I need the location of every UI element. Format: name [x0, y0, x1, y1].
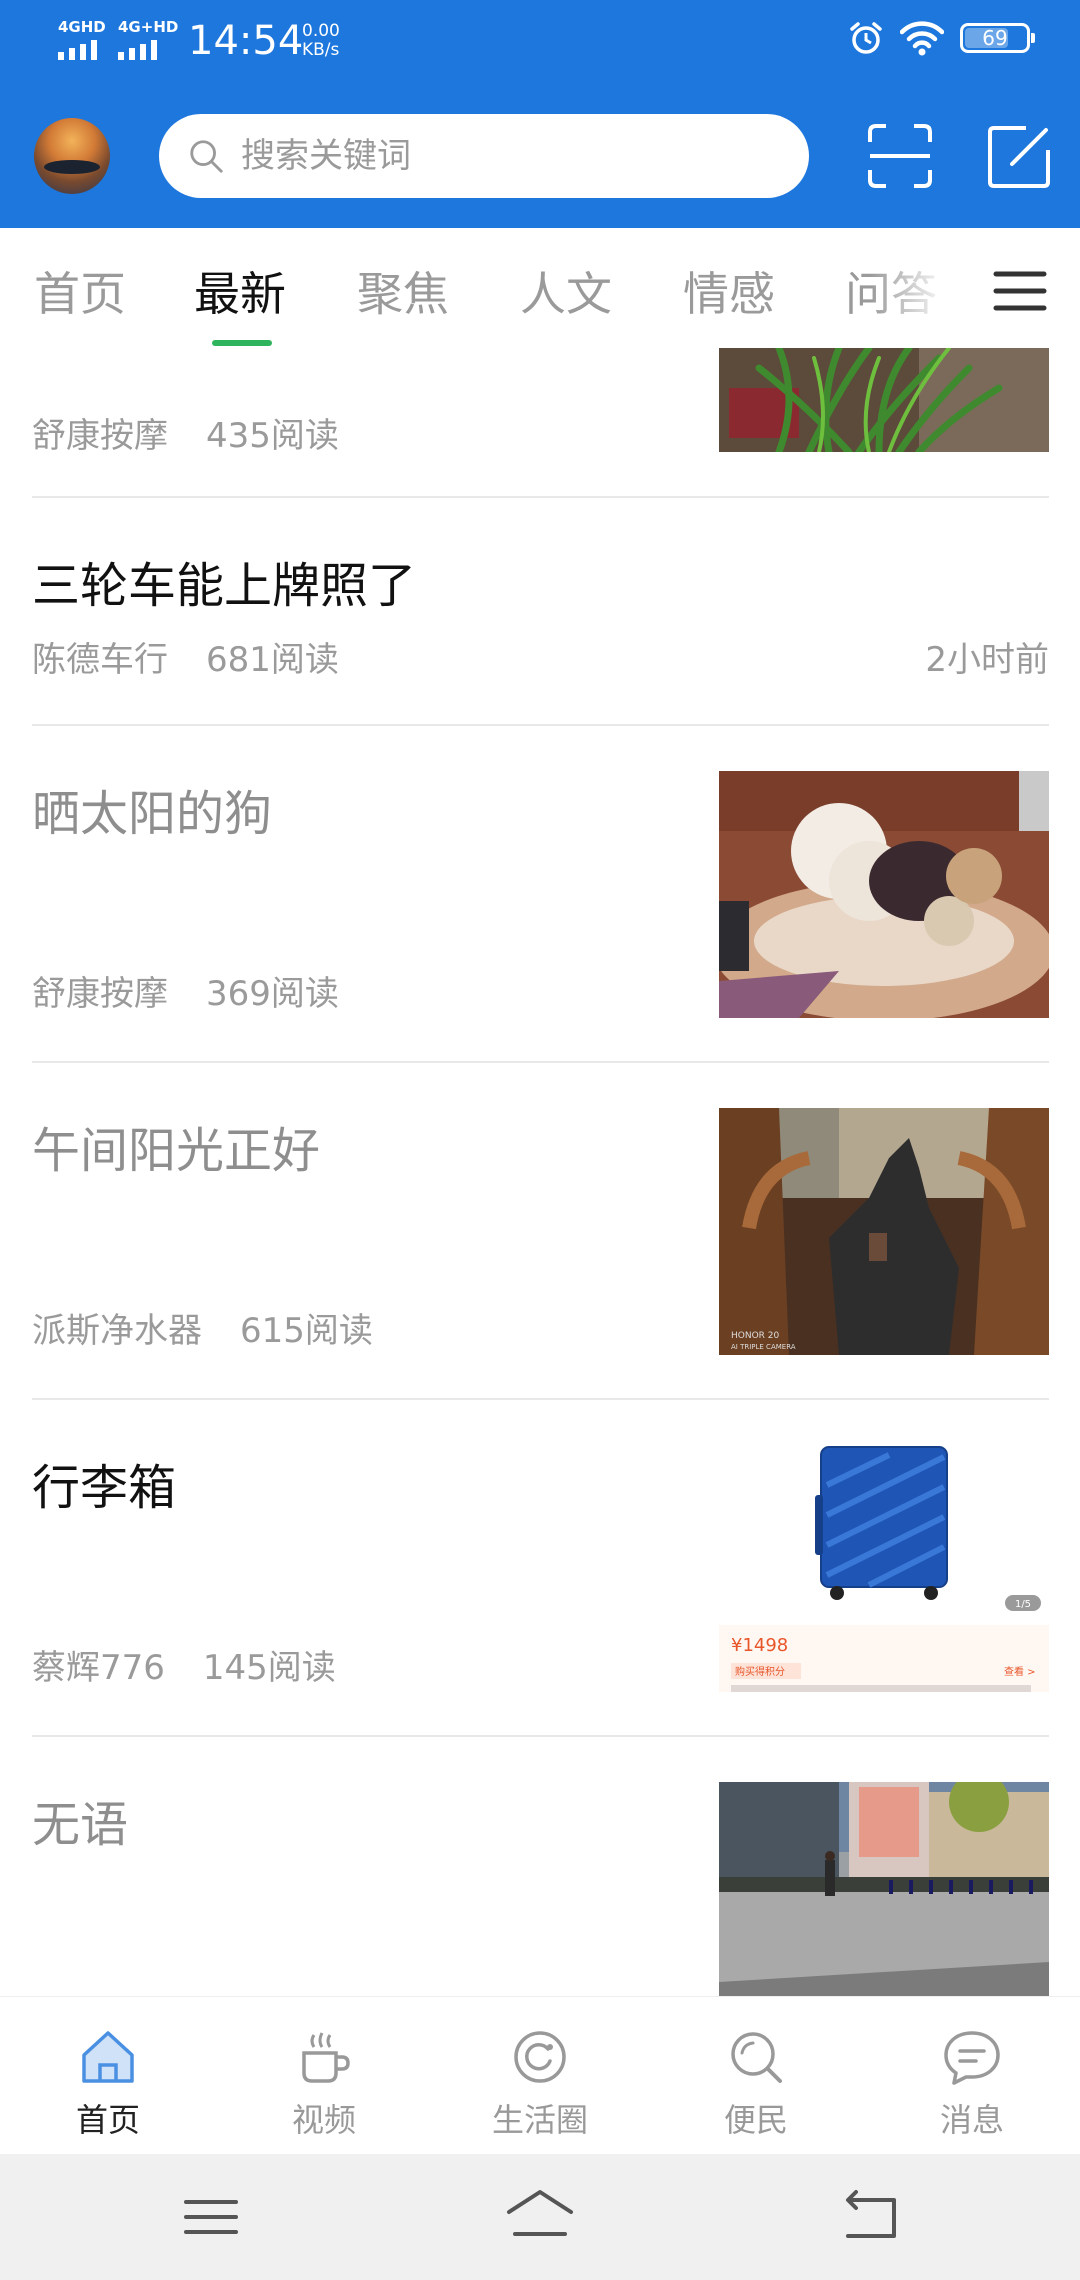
clock: 14:54: [188, 18, 304, 64]
edit-icon[interactable]: [986, 122, 1054, 190]
alarm-icon: [850, 22, 882, 54]
news-feed[interactable]: 舒康按摩 435阅读 三轮车能上牌照了 陈德车行 681阅读 2小时前 晒太阳的…: [0, 348, 1080, 1996]
item-reads: 681阅读: [206, 640, 339, 680]
item-thumbnail: [719, 1782, 1049, 1996]
system-nav-bar: [0, 2154, 1080, 2280]
item-title: 三轮车能上牌照了: [32, 558, 417, 614]
list-item[interactable]: 无语: [32, 1737, 1049, 1996]
bottom-tab-label: 消息: [939, 2101, 1004, 2139]
bottom-tab-life-circle[interactable]: 生活圈: [432, 1997, 648, 2155]
search-icon: [731, 2032, 782, 2083]
battery-icon: 69: [960, 23, 1035, 53]
bottom-tab-bar: 首页 视频 生活圈 便民 消息: [0, 1996, 1080, 2154]
item-thumbnail: [719, 348, 1049, 452]
search-icon: [190, 140, 223, 173]
item-thumbnail: 1/5 ¥1498 购买得积分 查看 >: [719, 1445, 1049, 1692]
bottom-tab-convenience[interactable]: 便民: [648, 1997, 864, 2155]
item-title: 行李箱: [32, 1460, 177, 1516]
item-source: 舒康按摩: [32, 974, 168, 1014]
status-bar: 4GHD 4G+HD 14:54 0.00 KB/s 69: [0, 0, 1080, 86]
item-title: 午间阳光正好: [32, 1123, 321, 1179]
bottom-tab-label: 首页: [75, 2101, 140, 2139]
tab-home[interactable]: 首页: [34, 258, 126, 324]
search-bar[interactable]: [159, 114, 809, 198]
home-icon: [82, 2031, 134, 2083]
bottom-tab-home[interactable]: 首页: [0, 1997, 216, 2155]
list-item[interactable]: 舒康按摩 435阅读: [32, 348, 1049, 498]
speed-value: 0.00: [302, 21, 340, 41]
item-source: 派斯净水器: [32, 1311, 202, 1351]
tab-latest[interactable]: 最新: [194, 258, 286, 324]
network-type-label-2: 4G+HD: [118, 18, 179, 36]
list-item[interactable]: 三轮车能上牌照了 陈德车行 681阅读 2小时前: [32, 498, 1049, 726]
watermark-text: HONOR 20: [731, 1331, 780, 1341]
app-header: 4GHD 4G+HD 14:54 0.00 KB/s 69 搜索关键词: [0, 0, 1080, 228]
item-source: 蔡辉776: [32, 1648, 165, 1688]
wifi-icon: [900, 21, 944, 56]
item-reads: 615阅读: [240, 1311, 373, 1351]
view-link: 查看 >: [1004, 1665, 1036, 1678]
coffee-cup-icon: [302, 2032, 350, 2083]
points-text: 购买得积分: [735, 1665, 785, 1678]
scan-icon[interactable]: [866, 122, 934, 190]
search-input[interactable]: [241, 136, 781, 176]
bottom-tab-video[interactable]: 视频: [216, 1997, 432, 2155]
price-text: ¥1498: [731, 1635, 788, 1656]
bottom-tab-label: 生活圈: [491, 2101, 588, 2139]
active-tab-indicator: [212, 340, 272, 346]
list-item[interactable]: 午间阳光正好 派斯净水器 615阅读 HONOR 20 AI TRIPLE CAM…: [32, 1063, 1049, 1400]
network-type-label: 4GHD: [58, 18, 106, 36]
tab-culture[interactable]: 人文: [520, 258, 612, 324]
home-nav-icon[interactable]: [505, 2182, 575, 2252]
item-source: 舒康按摩: [32, 416, 168, 456]
item-source: 陈德车行: [32, 640, 168, 680]
item-time: 2小时前: [925, 640, 1049, 680]
item-meta: 舒康按摩 369阅读: [32, 966, 339, 1015]
item-thumbnail: [719, 771, 1049, 1018]
avatar[interactable]: [34, 118, 110, 194]
menu-icon[interactable]: [176, 2182, 246, 2252]
list-item[interactable]: 晒太阳的狗 舒康按摩 369阅读: [32, 726, 1049, 1063]
chat-bubble-icon: [944, 2031, 1000, 2085]
network-speed: 0.00 KB/s: [302, 22, 340, 60]
image-counter: 1/5: [1015, 1599, 1031, 1610]
item-thumbnail: HONOR 20 AI TRIPLE CAMERA: [719, 1108, 1049, 1355]
bottom-tab-label: 便民: [723, 2101, 788, 2139]
item-meta: 舒康按摩 435阅读: [32, 408, 339, 457]
status-icons: 69: [848, 20, 1035, 56]
category-tabs: 首页 最新 聚焦 人文 情感 问答: [0, 228, 1080, 348]
item-reads: 435阅读: [206, 416, 339, 456]
list-item[interactable]: 行李箱 蔡辉776 145阅读 1/5 ¥1498 购买得积分 查看 >: [32, 1400, 1049, 1737]
item-reads: 145阅读: [202, 1648, 336, 1688]
item-meta: 蔡辉776 145阅读: [32, 1640, 336, 1689]
item-title: 晒太阳的狗: [32, 786, 273, 842]
circle-refresh-icon: [514, 2031, 566, 2083]
tab-fade: [870, 228, 950, 348]
tab-focus[interactable]: 聚焦: [357, 258, 449, 324]
watermark-text-2: AI TRIPLE CAMERA: [731, 1343, 796, 1351]
bottom-tab-messages[interactable]: 消息: [864, 1997, 1080, 2155]
back-nav-icon[interactable]: [834, 2182, 904, 2252]
battery-level: 69: [982, 26, 1008, 50]
item-title: 无语: [32, 1797, 129, 1853]
speed-unit: KB/s: [302, 40, 340, 60]
item-reads: 369阅读: [206, 974, 339, 1014]
item-meta: 陈德车行 681阅读: [32, 632, 339, 681]
tab-emotion[interactable]: 情感: [683, 258, 775, 324]
bottom-tab-label: 视频: [291, 2101, 356, 2139]
menu-icon[interactable]: [990, 266, 1050, 316]
item-meta: 派斯净水器 615阅读: [32, 1303, 373, 1352]
